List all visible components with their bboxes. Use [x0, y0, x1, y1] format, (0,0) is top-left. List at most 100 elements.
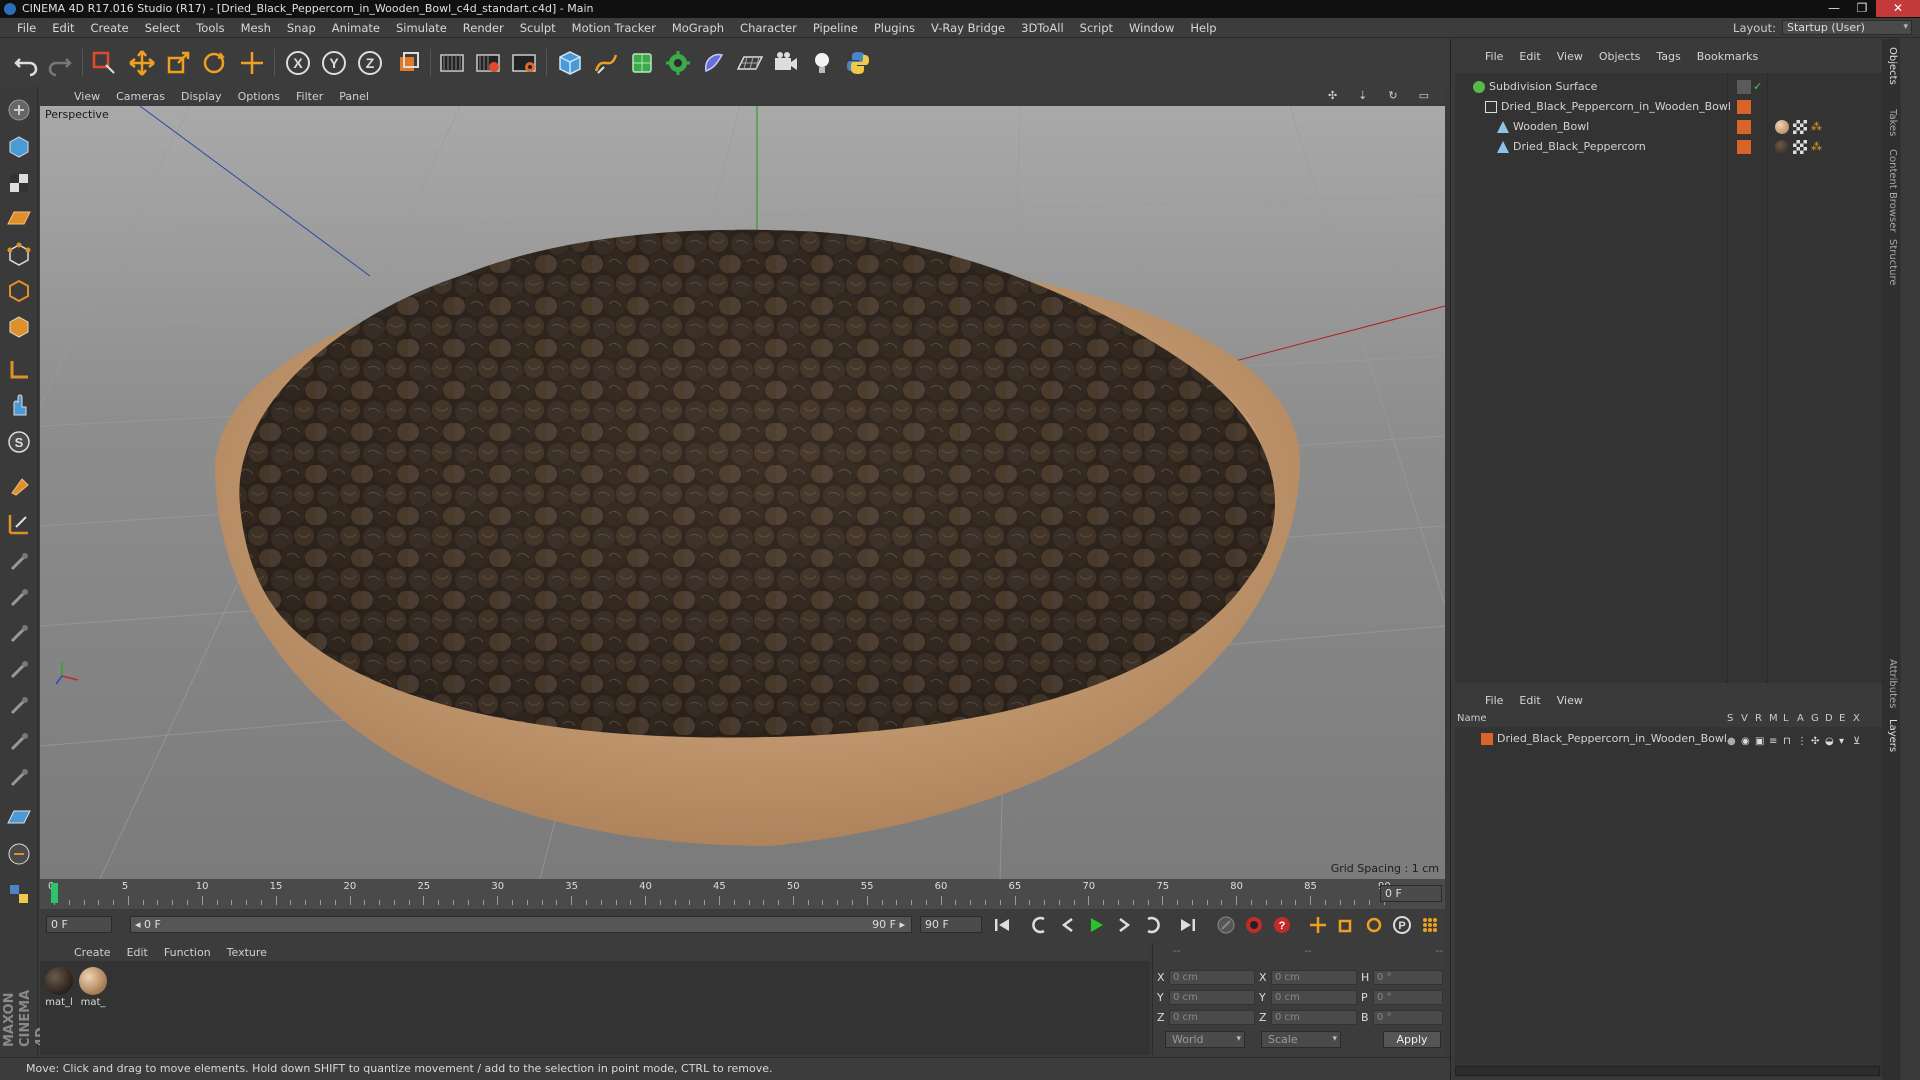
recent-tool-icon[interactable] [236, 47, 268, 79]
deformer-icon[interactable] [698, 47, 730, 79]
sculpt-brush-1-icon[interactable] [4, 547, 34, 577]
maximize-button[interactable]: ❐ [1848, 0, 1876, 17]
size-y-field[interactable]: 0 cm [1271, 990, 1357, 1005]
material-menu-texture[interactable]: Texture [219, 946, 275, 959]
tab-takes[interactable]: Takes [1887, 109, 1898, 136]
coordinate-system-icon[interactable] [392, 47, 424, 79]
render-settings-icon[interactable] [508, 47, 540, 79]
mograph-cloner-icon[interactable] [662, 47, 694, 79]
enabled-check-icon[interactable]: ✓ [1753, 80, 1767, 94]
layer-menu-edit[interactable]: Edit [1511, 694, 1548, 707]
menu-vray-bridge[interactable]: V-Ray Bridge [923, 21, 1013, 35]
close-button[interactable]: ✕ [1876, 0, 1920, 17]
viewport-menu-view[interactable]: View [66, 90, 108, 103]
material-tag-icon[interactable] [1775, 140, 1789, 154]
sculpt-brush-2-icon[interactable] [4, 583, 34, 613]
menu-simulate[interactable]: Simulate [388, 21, 455, 35]
size-mode-dropdown[interactable]: Scale [1261, 1031, 1341, 1048]
spline-pen-icon[interactable] [590, 47, 622, 79]
python-icon[interactable] [842, 47, 874, 79]
lock-icon[interactable]: ⊓ [1783, 732, 1797, 747]
menu-edit[interactable]: Edit [44, 21, 82, 35]
material-swatch[interactable]: mat_ [78, 967, 108, 1011]
uvw-tag-icon[interactable] [1793, 120, 1807, 134]
solo-toggle-icon[interactable]: ● [1727, 732, 1741, 747]
previous-keyframe-icon[interactable] [1028, 914, 1052, 936]
workplane-icon[interactable] [4, 204, 34, 234]
menu-character[interactable]: Character [732, 21, 805, 35]
visibility-eye-icon[interactable]: ◉ [1741, 732, 1755, 747]
apply-button[interactable]: Apply [1383, 1031, 1441, 1048]
animation-toggle-icon[interactable]: ⋮ [1797, 732, 1811, 747]
manager-toggle-icon[interactable]: ≡ [1769, 732, 1783, 747]
autokeying-icon[interactable] [1242, 914, 1266, 936]
timeline-current-frame-field[interactable]: 0 F [1380, 885, 1442, 902]
scale-key-icon[interactable] [1334, 914, 1358, 936]
redo-icon[interactable] [44, 47, 76, 79]
frame-range-slider[interactable]: ◂ 0 F 90 F ▸ [130, 916, 912, 933]
material-menu-function[interactable]: Function [156, 946, 219, 959]
menu-mograph[interactable]: MoGraph [664, 21, 732, 35]
object-menu-edit[interactable]: Edit [1511, 50, 1548, 63]
render-toggle-icon[interactable]: ▣ [1755, 732, 1769, 747]
solo-mode-icon[interactable] [4, 839, 34, 869]
material-menu-create[interactable]: Create [66, 946, 119, 959]
menu-help[interactable]: Help [1182, 21, 1224, 35]
go-to-start-icon[interactable] [990, 914, 1014, 936]
next-keyframe-icon[interactable] [1140, 914, 1164, 936]
layer-row[interactable]: Dried_Black_Peppercorn_in_Wooden_Bowl ● … [1455, 729, 1901, 749]
size-x-field[interactable]: 0 cm [1271, 970, 1357, 985]
orbit-icon[interactable]: ↻ [1380, 89, 1405, 102]
y-axis-lock-icon[interactable]: Y [318, 47, 350, 79]
menu-script[interactable]: Script [1072, 21, 1121, 35]
selection-tag-icon[interactable]: ⁂ [1811, 120, 1825, 134]
scale-tool-icon[interactable] [162, 47, 194, 79]
python-script-icon[interactable] [4, 879, 34, 909]
position-key-icon[interactable] [1306, 914, 1330, 936]
layer-color-icon[interactable] [1737, 100, 1751, 114]
object-menu-bookmarks[interactable]: Bookmarks [1689, 50, 1766, 63]
parameter-key-icon[interactable]: P [1390, 914, 1414, 936]
material-swatch[interactable]: mat_l [44, 967, 74, 1011]
sculpt-brush-6-icon[interactable] [4, 727, 34, 757]
go-to-end-icon[interactable] [1176, 914, 1200, 936]
layer-color-icon[interactable] [1481, 733, 1493, 745]
floor-environment-icon[interactable] [734, 47, 766, 79]
points-mode-icon[interactable] [4, 240, 34, 270]
toggle-view-icon[interactable]: ▭ [1411, 89, 1437, 102]
rotation-p-field[interactable]: 0 ° [1373, 990, 1443, 1005]
z-axis-lock-icon[interactable]: Z [354, 47, 386, 79]
undo-icon[interactable] [10, 47, 42, 79]
move-tool-icon[interactable] [126, 47, 158, 79]
editor-visibility-icon[interactable] [1737, 80, 1751, 94]
viewport-menu-cameras[interactable]: Cameras [108, 90, 173, 103]
xref-toggle-icon[interactable]: ⊻ [1853, 732, 1867, 747]
layer-color-icon[interactable] [1737, 140, 1751, 154]
cube-primitive-icon[interactable] [554, 47, 586, 79]
menu-create[interactable]: Create [83, 21, 137, 35]
menu-window[interactable]: Window [1121, 21, 1182, 35]
object-row[interactable]: Subdivision Surface ✓ [1455, 77, 1901, 97]
record-keys-icon[interactable] [1214, 914, 1238, 936]
timeline-ruler[interactable]: 051015202530354045505560657075808590 0 F [40, 879, 1445, 909]
tweak-mode-icon[interactable] [4, 391, 34, 421]
menu-render[interactable]: Render [455, 21, 512, 35]
layout-dropdown[interactable]: Startup (User) [1782, 20, 1912, 35]
size-z-field[interactable]: 0 cm [1271, 1010, 1357, 1025]
deformer-toggle-icon[interactable]: ◒ [1825, 732, 1839, 747]
enable-axis-icon[interactable] [4, 355, 34, 385]
render-to-picture-viewer-icon[interactable] [472, 47, 504, 79]
rotate-tool-icon[interactable] [198, 47, 230, 79]
tab-content-browser[interactable]: Content Browser [1887, 149, 1898, 232]
material-tag-icon[interactable] [1775, 120, 1789, 134]
keyframe-selection-icon[interactable]: ? [1270, 914, 1294, 936]
viewport-menu-options[interactable]: Options [230, 90, 288, 103]
viewport-menu-filter[interactable]: Filter [288, 90, 331, 103]
generator-toggle-icon[interactable]: ✣ [1811, 732, 1825, 747]
object-menu-file[interactable]: File [1477, 50, 1511, 63]
sculpt-brush-5-icon[interactable] [4, 691, 34, 721]
playhead[interactable] [51, 883, 58, 903]
previous-frame-icon[interactable] [1056, 914, 1080, 936]
make-editable-icon[interactable] [4, 95, 34, 125]
tab-attributes[interactable]: Attributes [1887, 659, 1898, 708]
